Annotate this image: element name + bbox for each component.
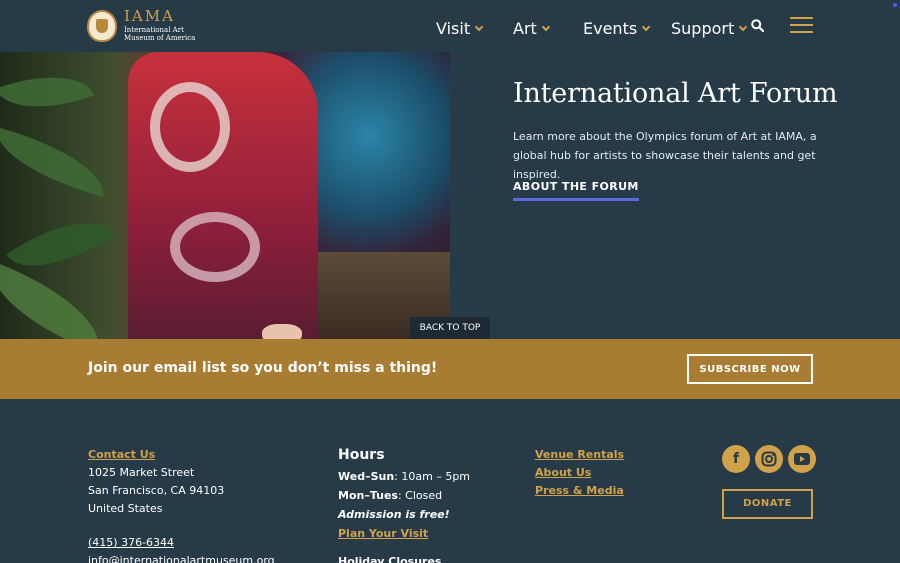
nav-art-label: Art xyxy=(513,19,537,38)
nav-support[interactable]: Support xyxy=(671,19,748,38)
subscribe-button[interactable]: SUBSCRIBE NOW xyxy=(687,354,813,384)
search-icon[interactable] xyxy=(751,19,764,32)
hours-mon-tue: Mon–Tues: Closed xyxy=(338,489,443,502)
email-signup-text: Join our email list so you don’t miss a … xyxy=(88,360,438,376)
nav-events-label: Events xyxy=(583,19,638,38)
hours-wed-sun: Wed–Sun: 10am – 5pm xyxy=(338,470,471,483)
museum-seal-icon xyxy=(87,9,117,42)
social-links: f xyxy=(722,445,816,473)
chevron-down-icon xyxy=(641,22,651,31)
logo-text: IAMA International Art Museum of America xyxy=(124,7,196,43)
hours-title: Hours xyxy=(338,447,385,463)
logo-line-1: International Art xyxy=(124,26,184,34)
chevron-down-icon xyxy=(541,22,551,31)
chevron-down-icon xyxy=(474,22,484,31)
hero-image xyxy=(0,52,450,339)
nav-events[interactable]: Events xyxy=(583,19,651,38)
logo-name: IAMA xyxy=(124,7,175,25)
holiday-closures[interactable]: Holiday Closures xyxy=(338,553,470,563)
about-us-link[interactable]: About Us xyxy=(535,464,624,482)
address-city: San Francisco, CA 94103 xyxy=(88,484,225,497)
phone-link[interactable]: (415) 376-6344 xyxy=(88,534,275,552)
notification-dot xyxy=(893,3,897,7)
donate-button[interactable]: DONATE xyxy=(722,489,813,519)
plan-visit-link[interactable]: Plan Your Visit xyxy=(338,525,470,543)
instagram-icon[interactable] xyxy=(755,445,783,473)
chevron-down-icon xyxy=(739,22,748,31)
nav-visit-label: Visit xyxy=(436,19,471,38)
press-media-link[interactable]: Press & Media xyxy=(535,482,624,500)
logo[interactable]: IAMA International Art Museum of America xyxy=(87,9,195,42)
logo-line-2: Museum of America xyxy=(124,34,196,42)
site-header: IAMA International Art Museum of America… xyxy=(0,0,900,52)
nav-support-label: Support xyxy=(671,19,735,38)
hours-column: Hours Wed–Sun: 10am – 5pm Mon–Tues: Clos… xyxy=(338,446,470,563)
back-to-top-button[interactable]: BACK TO TOP xyxy=(410,317,490,339)
about-forum-link[interactable]: ABOUT THE FORUM xyxy=(513,180,639,201)
nav-visit[interactable]: Visit xyxy=(436,19,484,38)
email-signup-band: Join our email list so you don’t miss a … xyxy=(0,339,900,399)
hero-title: International Art Forum xyxy=(513,78,838,109)
contact-us-link[interactable]: Contact Us xyxy=(88,446,275,464)
menu-icon[interactable] xyxy=(790,17,813,34)
venue-rentals-link[interactable]: Venue Rentals xyxy=(535,446,624,464)
footer-links: Venue Rentals About Us Press & Media xyxy=(535,446,624,500)
facebook-icon[interactable]: f xyxy=(722,445,750,473)
admission-note: Admission is free! xyxy=(338,508,450,521)
address-street: 1025 Market Street xyxy=(88,466,195,479)
hero-description: Learn more about the Olympics forum of A… xyxy=(513,130,817,181)
address-country: United States xyxy=(88,502,163,515)
nav-art[interactable]: Art xyxy=(513,19,551,38)
site-footer: Contact Us 1025 Market Street San Franci… xyxy=(0,399,900,563)
youtube-icon[interactable] xyxy=(788,445,816,473)
contact-column: Contact Us 1025 Market Street San Franci… xyxy=(88,446,275,563)
email-link[interactable]: info@internationalartmuseum.org xyxy=(88,552,275,563)
